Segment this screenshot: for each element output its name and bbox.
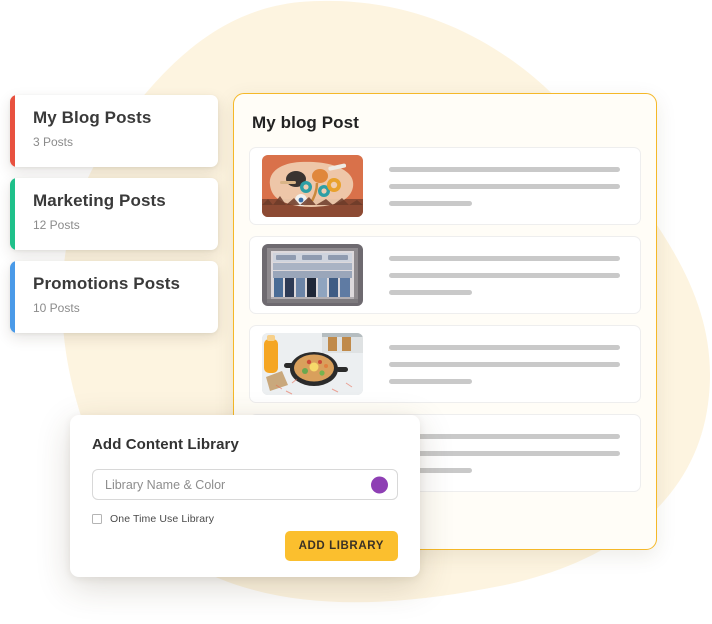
- skeleton-line: [389, 344, 620, 350]
- post-thumbnail-skillet-breakfast: [262, 333, 363, 395]
- one-time-use-label: One Time Use Library: [110, 513, 215, 525]
- skeleton-line: [389, 361, 620, 367]
- skeleton-line: [389, 183, 620, 189]
- skeleton-line: [389, 272, 620, 278]
- one-time-use-checkbox-row[interactable]: One Time Use Library: [92, 513, 420, 525]
- post-skeleton-lines: [389, 433, 628, 473]
- sidebar-item-promotions-posts[interactable]: Promotions Posts 10 Posts: [10, 261, 218, 333]
- library-name-field-wrapper: [92, 469, 398, 500]
- post-thumbnail-food-flatlay: [262, 155, 363, 217]
- table-row[interactable]: [249, 325, 641, 403]
- library-name-input[interactable]: [92, 469, 398, 500]
- library-card-body: My Blog Posts 3 Posts: [10, 95, 218, 149]
- library-title: My Blog Posts: [33, 108, 152, 127]
- sidebar-item-my-blog-posts[interactable]: My Blog Posts 3 Posts: [10, 95, 218, 167]
- app-mockup: My Blog Posts 3 Posts Marketing Posts 12…: [0, 0, 712, 624]
- library-accent-bar: [10, 95, 15, 167]
- skeleton-line: [389, 255, 620, 261]
- library-post-count: 12 Posts: [33, 217, 80, 232]
- library-title: Promotions Posts: [33, 274, 181, 293]
- library-list: My Blog Posts 3 Posts Marketing Posts 12…: [10, 95, 218, 344]
- post-thumbnail-denim-store: [262, 244, 363, 306]
- dialog-title: Add Content Library: [92, 436, 239, 453]
- one-time-use-checkbox[interactable]: [92, 514, 102, 524]
- skeleton-line: [389, 289, 473, 295]
- post-skeleton-lines: [389, 255, 628, 295]
- skeleton-line: [389, 378, 473, 384]
- library-post-count: 3 Posts: [33, 134, 74, 149]
- skeleton-line: [389, 200, 473, 206]
- library-card-body: Promotions Posts 10 Posts: [10, 261, 218, 315]
- post-skeleton-lines: [389, 166, 628, 206]
- library-post-count: 10 Posts: [33, 300, 80, 315]
- add-content-library-dialog: Add Content Library One Time Use Library…: [70, 415, 420, 577]
- library-accent-bar: [10, 178, 15, 250]
- library-title: Marketing Posts: [33, 191, 166, 210]
- add-library-button[interactable]: ADD LIBRARY: [284, 531, 398, 561]
- table-row[interactable]: [249, 236, 641, 314]
- skeleton-line: [389, 450, 620, 456]
- post-skeleton-lines: [389, 344, 628, 384]
- page-title: My blog Post: [252, 113, 359, 132]
- dialog-actions: ADD LIBRARY: [284, 531, 398, 561]
- color-swatch-button[interactable]: [371, 476, 388, 493]
- skeleton-line: [389, 166, 620, 172]
- table-row[interactable]: [249, 147, 641, 225]
- library-card-body: Marketing Posts 12 Posts: [10, 178, 218, 232]
- library-accent-bar: [10, 261, 15, 333]
- sidebar-item-marketing-posts[interactable]: Marketing Posts 12 Posts: [10, 178, 218, 250]
- skeleton-line: [389, 433, 620, 439]
